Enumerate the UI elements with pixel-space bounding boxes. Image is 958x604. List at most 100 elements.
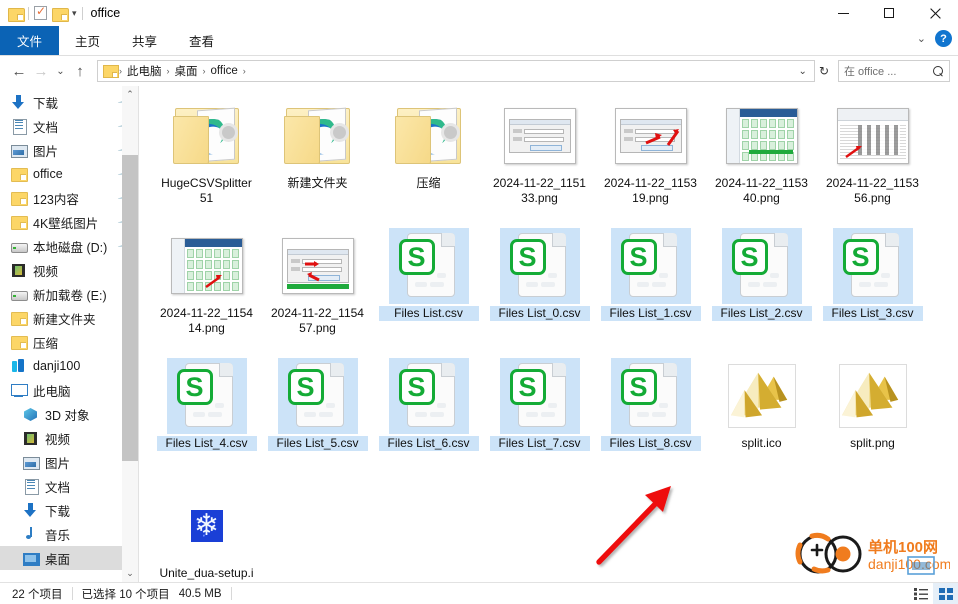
file-item[interactable]: 2024-11-22_115133.png	[484, 92, 595, 222]
file-item[interactable]: 压缩	[373, 92, 484, 222]
sidebar-item-label: 新建文件夹	[33, 312, 96, 327]
3d-objects-icon	[22, 406, 39, 422]
sidebar-item-4[interactable]: 123内容📌	[0, 186, 138, 210]
file-item[interactable]: split.png	[817, 352, 928, 482]
refresh-icon[interactable]: ↻	[815, 64, 833, 78]
file-item[interactable]: HugeCSVSplitter 51	[151, 92, 262, 222]
breadcrumb-desktop[interactable]: 桌面	[171, 63, 202, 79]
up-button[interactable]: ↑	[69, 60, 91, 82]
file-item[interactable]: 2024-11-22_115319.png	[595, 92, 706, 222]
details-view-icon[interactable]	[908, 583, 933, 604]
file-item[interactable]: S Files List_0.csv	[484, 222, 595, 352]
scrollbar-thumb[interactable]	[122, 155, 138, 461]
sidebar-item-7[interactable]: 视频	[0, 258, 138, 282]
file-item[interactable]: ❄ Unite_dua-setup.ico	[151, 482, 262, 582]
breadcrumb-this-pc[interactable]: 此电脑	[123, 63, 166, 79]
maximize-button[interactable]	[866, 0, 912, 26]
customize-caret-icon[interactable]: ▾	[72, 8, 77, 18]
new-folder-icon[interactable]	[52, 7, 69, 22]
file-name-label: HugeCSVSplitter 51	[161, 176, 252, 205]
sidebar-item-12[interactable]: 此电脑	[0, 378, 138, 402]
file-item[interactable]: S Files List_2.csv	[706, 222, 817, 352]
file-item[interactable]: 2024-11-22_115414.png	[151, 222, 262, 352]
download-icon	[22, 502, 39, 518]
sidebar-item-16[interactable]: 文档	[0, 474, 138, 498]
file-item[interactable]: S Files List_3.csv	[817, 222, 928, 352]
file-item[interactable]: S Files List_6.csv	[373, 352, 484, 482]
file-explorer-window: ▾ office 文件 主页 共享 查看 ⌄ ? ← → ⌄ ↑	[0, 0, 958, 604]
sidebar-item-11[interactable]: danji100	[0, 354, 138, 378]
folder-icon	[10, 166, 28, 182]
breadcrumb-office[interactable]: office	[207, 65, 242, 77]
scrollbar-track[interactable]	[122, 103, 138, 565]
sidebar-item-2[interactable]: 图片📌	[0, 138, 138, 162]
file-item[interactable]: 2024-11-22_115457.png	[262, 222, 373, 352]
file-item[interactable]: 新建文件夹	[262, 92, 373, 222]
sidebar-item-18[interactable]: 音乐	[0, 522, 138, 546]
sidebar-item-13[interactable]: 3D 对象	[0, 402, 138, 426]
file-name-label: 2024-11-22_115457.png	[271, 306, 364, 335]
sidebar-item-19[interactable]: 桌面	[0, 546, 138, 570]
sidebar-item-5[interactable]: 4K壁纸图片📌	[0, 210, 138, 234]
file-item[interactable]: 2024-11-22_115340.png	[706, 92, 817, 222]
status-divider-1	[71, 587, 73, 600]
scroll-down-icon[interactable]: ⌄	[122, 565, 138, 582]
breadcrumb-separator-3[interactable]: ›	[242, 66, 247, 76]
csv-file-icon: S	[499, 228, 580, 304]
sidebar-item-10[interactable]: 压缩	[0, 330, 138, 354]
file-item[interactable]: 2024-11-22_115356.png	[817, 92, 928, 222]
sidebar-item-8[interactable]: 新加载卷 (E:)	[0, 282, 138, 306]
status-view-buttons	[908, 582, 958, 604]
sidebar-item-9[interactable]: 新建文件夹	[0, 306, 138, 330]
sidebar-item-15[interactable]: 图片	[0, 450, 138, 474]
minimize-button[interactable]	[820, 0, 866, 26]
scroll-up-icon[interactable]: ⌃	[122, 86, 138, 103]
tab-share[interactable]: 共享	[116, 26, 173, 55]
help-icon[interactable]: ?	[935, 30, 952, 47]
file-item[interactable]: S Files List_1.csv	[595, 222, 706, 352]
back-button[interactable]: ←	[8, 60, 30, 82]
sidebar-item-0[interactable]: 下载📌	[0, 90, 138, 114]
forward-button[interactable]: →	[30, 60, 52, 82]
file-item[interactable]: S Files List.csv	[373, 222, 484, 352]
sidebar-item-14[interactable]: 视频	[0, 426, 138, 450]
chevron-down-icon[interactable]: ⌄	[917, 32, 926, 45]
video-icon	[10, 262, 27, 278]
file-name-label: Files List_0.csv	[489, 306, 590, 321]
sidebar-item-17[interactable]: 下载	[0, 498, 138, 522]
file-item[interactable]: S Files List_8.csv	[595, 352, 706, 482]
sidebar-item-label: 视频	[33, 264, 59, 279]
search-icon[interactable]	[933, 65, 944, 77]
file-list-view[interactable]: HugeCSVSplitter 51 新建文件夹 压缩 2024-11-22_1151…	[139, 86, 958, 582]
address-dropdown-icon[interactable]: ⌄	[796, 66, 810, 77]
close-button[interactable]	[912, 0, 958, 26]
file-item[interactable]: S Files List_5.csv	[262, 352, 373, 482]
large-icons-view-icon[interactable]	[933, 582, 958, 604]
status-size: 40.5 MB	[178, 587, 222, 600]
breadcrumb[interactable]: › 此电脑 › 桌面 › office › ⌄	[97, 60, 815, 82]
tab-file[interactable]: 文件	[0, 26, 60, 55]
breadcrumb-folder-icon	[103, 65, 119, 78]
csv-file-icon: S	[166, 358, 247, 434]
csv-file-icon: S	[388, 358, 469, 434]
search-input[interactable]: 在 office ...	[838, 60, 950, 82]
sidebar-item-label: 图片	[33, 144, 59, 159]
image-thumbnail	[833, 98, 913, 174]
file-name-label: split.ico	[741, 436, 782, 450]
ribbon-right-controls: ⌄ ?	[917, 30, 952, 47]
tab-home[interactable]: 主页	[59, 26, 116, 55]
sidebar-item-6[interactable]: 本地磁盘 (D:)📌	[0, 234, 138, 258]
sidebar-scrollbar[interactable]: ⌃ ⌄	[122, 86, 138, 582]
explorer-body: 下载📌文档📌图片📌office📌123内容📌4K壁纸图片📌本地磁盘 (D:)📌 视…	[0, 86, 958, 582]
file-name-label: Files List_5.csv	[267, 436, 368, 451]
recent-locations-icon[interactable]: ⌄	[52, 60, 69, 82]
drive-icon	[10, 238, 28, 254]
folder-icon[interactable]	[8, 7, 25, 22]
sidebar-item-1[interactable]: 文档📌	[0, 114, 138, 138]
properties-icon[interactable]	[34, 4, 47, 20]
sidebar-item-3[interactable]: office📌	[0, 162, 138, 186]
file-item[interactable]: S Files List_4.csv	[151, 352, 262, 482]
file-item[interactable]: split.ico	[706, 352, 817, 482]
tab-view[interactable]: 查看	[173, 26, 230, 55]
file-item[interactable]: S Files List_7.csv	[484, 352, 595, 482]
